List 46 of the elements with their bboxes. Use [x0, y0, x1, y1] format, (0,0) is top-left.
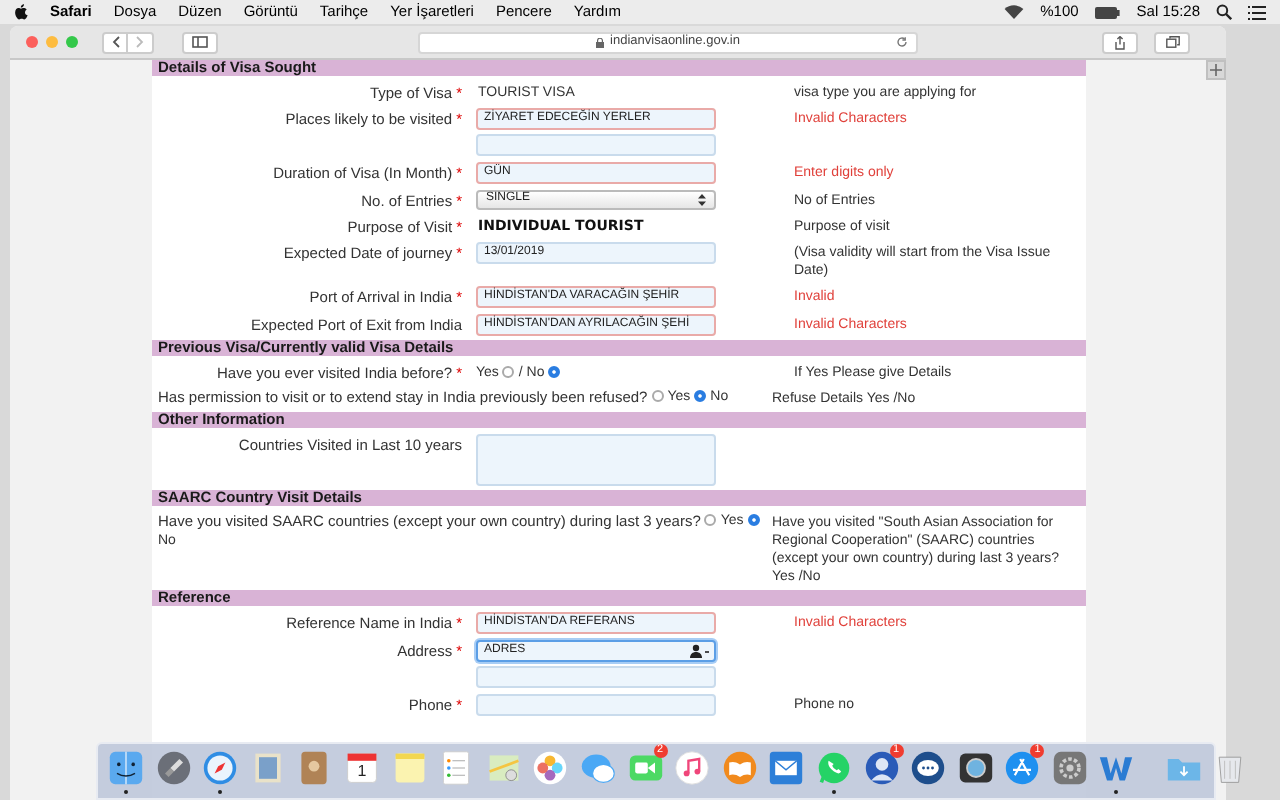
radio-button[interactable]: [694, 390, 707, 402]
search-icon[interactable]: [1216, 4, 1232, 20]
text-input[interactable]: [476, 693, 716, 715]
chat-bubble-icon[interactable]: [910, 749, 947, 785]
wifi-icon[interactable]: [1004, 4, 1025, 20]
envelope-icon[interactable]: [768, 749, 805, 785]
person-icon[interactable]: [863, 749, 899, 785]
music-note-icon[interactable]: [674, 749, 711, 785]
plus-icon: [1210, 64, 1222, 76]
calendar-icon[interactable]: [343, 749, 380, 785]
tabs-icon: [1165, 36, 1179, 48]
camera-icon[interactable]: [957, 749, 994, 785]
radio-button[interactable]: [651, 390, 664, 402]
app-store-icon[interactable]: [1004, 749, 1041, 785]
flower-icon[interactable]: [532, 749, 569, 785]
calendar-date: 1: [355, 761, 369, 779]
contact-autofill-icon[interactable]: [690, 643, 710, 657]
new-tab-button[interactable]: [1206, 60, 1226, 80]
checklist-icon[interactable]: [438, 749, 475, 785]
phone-bubble-icon[interactable]: [815, 749, 852, 785]
reload-icon[interactable]: [896, 36, 908, 48]
up-down-arrows-icon: [698, 193, 706, 205]
sidebar-button[interactable]: [182, 31, 218, 53]
text-input[interactable]: [476, 133, 716, 155]
close-button[interactable]: [26, 36, 38, 48]
speech-bubbles-icon[interactable]: [579, 749, 616, 785]
list-icon[interactable]: [1248, 5, 1266, 19]
share-icon: [1114, 35, 1126, 49]
radio-button[interactable]: [502, 366, 515, 378]
video-camera-icon[interactable]: [627, 749, 664, 785]
address-book-icon[interactable]: [296, 749, 333, 785]
lock-icon: [596, 37, 605, 47]
compass-icon[interactable]: [202, 749, 239, 785]
apple-icon[interactable]: [14, 4, 28, 20]
radio-button[interactable]: [747, 514, 760, 526]
smiling-face-icon[interactable]: [108, 749, 144, 785]
text-input[interactable]: [476, 665, 716, 687]
sidebar-icon: [192, 36, 208, 48]
tabs-button[interactable]: [1154, 31, 1190, 53]
radio-button[interactable]: [704, 514, 717, 526]
open-book-icon[interactable]: [721, 749, 758, 785]
share-button[interactable]: [1102, 31, 1138, 53]
gear-icon[interactable]: [1051, 749, 1088, 785]
radio-button[interactable]: [548, 366, 561, 378]
battery-icon[interactable]: [1094, 5, 1121, 19]
back-button[interactable]: [102, 31, 128, 53]
